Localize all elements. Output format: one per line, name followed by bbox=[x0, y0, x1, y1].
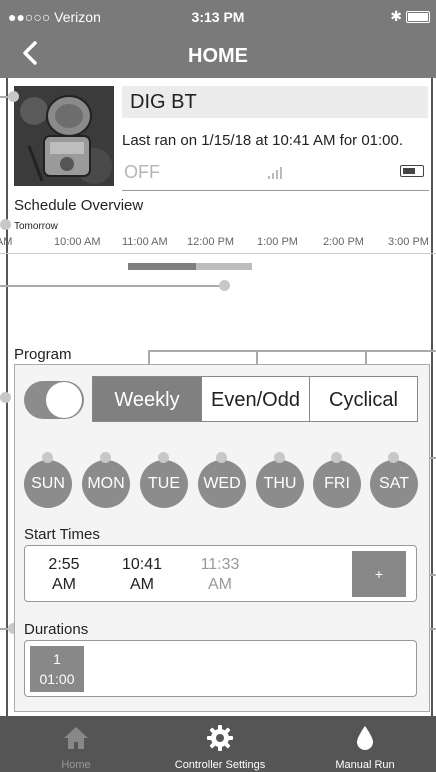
add-start-time-button[interactable]: + bbox=[352, 551, 406, 597]
callout-dot bbox=[388, 452, 399, 463]
callout-dot bbox=[8, 91, 19, 102]
mode-even-odd-button[interactable]: Even/Odd bbox=[201, 376, 310, 422]
controller-photo[interactable] bbox=[14, 86, 114, 186]
callout-line bbox=[0, 285, 224, 287]
tab-bar: Home Controller Settings Manual Run bbox=[0, 716, 436, 772]
timeline-tick: 3:00 PM bbox=[388, 236, 429, 248]
callout-dot bbox=[100, 452, 111, 463]
day-fri-button[interactable]: FRI bbox=[313, 460, 361, 508]
durations-title: Durations bbox=[24, 621, 89, 638]
schedule-timeline[interactable]: 9:00 AM 10:00 AM 11:00 AM 12:00 PM 1:00 … bbox=[0, 236, 436, 260]
page-title: HOME bbox=[188, 45, 248, 67]
tab-home[interactable]: Home bbox=[36, 716, 116, 772]
day-wed-button[interactable]: WED bbox=[198, 460, 246, 508]
tab-manual-run[interactable]: Manual Run bbox=[320, 716, 410, 772]
nav-bar: HOME bbox=[0, 34, 436, 78]
callout-dot bbox=[274, 452, 285, 463]
timeline-tick: 12:00 PM bbox=[187, 236, 235, 248]
day-thu-button[interactable]: THU bbox=[256, 460, 304, 508]
toggle-knob bbox=[46, 382, 82, 418]
schedule-day-label: Tomorrow bbox=[14, 221, 58, 232]
callout-line bbox=[148, 350, 436, 352]
controller-status: OFF bbox=[124, 162, 160, 182]
last-ran-text: Last ran on 1/15/18 at 10:41 AM for 01:0… bbox=[122, 132, 404, 149]
controller-name-field[interactable]: DIG BT bbox=[122, 86, 428, 118]
timeline-tick: 1:00 PM bbox=[257, 236, 298, 248]
controller-name: DIG BT bbox=[130, 91, 197, 113]
divider bbox=[122, 190, 429, 191]
gear-icon bbox=[207, 725, 233, 751]
signal-icon bbox=[268, 166, 284, 184]
program-title: Program bbox=[14, 346, 72, 363]
callout-dot bbox=[0, 219, 11, 230]
start-time-item[interactable]: 2:55 AM bbox=[34, 555, 94, 595]
callout-dot bbox=[0, 392, 11, 403]
callout-dot bbox=[42, 452, 53, 463]
bluetooth-icon: ✱ bbox=[390, 8, 402, 24]
program-enable-toggle[interactable] bbox=[24, 381, 84, 419]
tab-controller-settings[interactable]: Controller Settings bbox=[160, 716, 280, 772]
home-icon bbox=[64, 727, 88, 749]
callout-dot bbox=[219, 280, 230, 291]
duration-item[interactable]: 1 01:00 bbox=[30, 646, 84, 692]
callout-dot bbox=[158, 452, 169, 463]
timeline-tick: 2:00 PM bbox=[323, 236, 364, 248]
clock: 3:13 PM bbox=[191, 9, 245, 25]
status-bar: ●●○○○ Verizon 3:13 PM ✱ bbox=[0, 0, 436, 34]
frame-right bbox=[431, 78, 433, 716]
controller-battery-icon bbox=[400, 165, 424, 177]
timeline-axis bbox=[0, 253, 436, 254]
timeline-tick: 10:00 AM bbox=[54, 236, 101, 248]
timeline-tick: 11:00 AM bbox=[122, 236, 168, 248]
callout-dot bbox=[331, 452, 342, 463]
callout-dot bbox=[216, 452, 227, 463]
day-sat-button[interactable]: SAT bbox=[370, 460, 418, 508]
schedule-run-bar bbox=[128, 263, 196, 270]
battery-icon bbox=[406, 11, 430, 23]
start-time-item[interactable]: 11:33 AM bbox=[190, 555, 250, 595]
day-tue-button[interactable]: TUE bbox=[140, 460, 188, 508]
start-times-title: Start Times bbox=[24, 526, 100, 543]
start-time-item[interactable]: 10:41 AM bbox=[112, 555, 172, 595]
timeline-tick: 9:00 AM bbox=[0, 236, 13, 248]
mode-weekly-button[interactable]: Weekly bbox=[92, 376, 202, 422]
schedule-run-bar-light bbox=[196, 263, 252, 270]
water-drop-icon bbox=[357, 726, 373, 750]
mode-cyclical-button[interactable]: Cyclical bbox=[309, 376, 418, 422]
day-mon-button[interactable]: MON bbox=[82, 460, 130, 508]
day-sun-button[interactable]: SUN bbox=[24, 460, 72, 508]
schedule-overview-title: Schedule Overview bbox=[14, 197, 144, 214]
